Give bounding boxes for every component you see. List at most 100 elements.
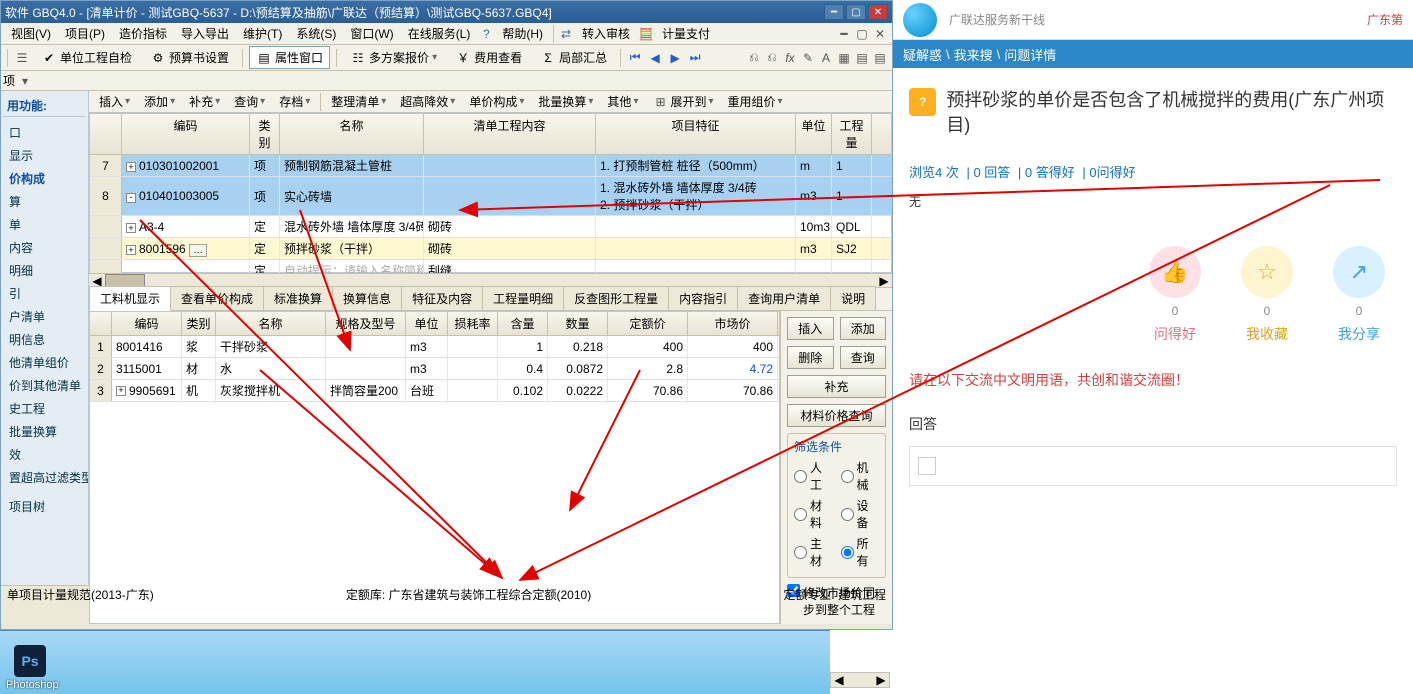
row-number[interactable]: 2 xyxy=(90,358,112,379)
nav-first-icon[interactable]: ⏮ xyxy=(627,50,643,66)
cell-content[interactable]: 砌砖 xyxy=(424,216,596,237)
cell-dprice[interactable]: 400 xyxy=(608,336,688,357)
cell-code[interactable]: +010301002001 xyxy=(122,155,250,176)
btn-delete[interactable]: 删除 xyxy=(787,346,834,369)
column-header[interactable]: 项目特征 xyxy=(596,114,796,154)
lower-grid[interactable]: 编码类别名称规格及型号单位损耗率含量数量定额价市场价 18001416浆干拌砂浆… xyxy=(89,311,780,624)
mdi-close-icon[interactable]: ✕ xyxy=(872,26,888,42)
tool-font-icon[interactable]: A xyxy=(818,50,834,66)
tool-more-icon[interactable]: ▤ xyxy=(872,50,888,66)
filter-radio[interactable]: 人工 xyxy=(794,459,833,493)
scroll-right-icon[interactable]: ▶ xyxy=(873,673,889,687)
expander-icon[interactable]: + xyxy=(126,162,136,172)
cell-unit[interactable]: m3 xyxy=(406,358,448,379)
table-row[interactable]: 23115001材水m30.40.08722.84.72 xyxy=(90,358,779,380)
minimize-button[interactable]: ━ xyxy=(824,4,844,20)
cell-code[interactable]: +9905691 xyxy=(112,380,182,401)
scroll-left-icon[interactable]: ◀ xyxy=(831,673,847,687)
crumb-1[interactable]: 疑解惑 xyxy=(903,45,942,64)
sidebar-item[interactable]: 口 xyxy=(3,121,86,144)
tree-toggle-icon[interactable]: ☰ xyxy=(14,50,30,66)
btn-fee-see[interactable]: ￥费用查看 xyxy=(448,46,529,69)
cell-qty[interactable]: QDL xyxy=(832,216,872,237)
btn-insert[interactable]: 插入 xyxy=(787,317,834,340)
cell-spec[interactable]: 拌筒容量200 xyxy=(326,380,406,401)
wa-btn[interactable]: 超高降效 xyxy=(394,91,461,112)
sidebar-item[interactable]: 单 xyxy=(3,213,86,236)
tab[interactable]: 工程量明细 xyxy=(482,286,564,310)
btn-unit-self[interactable]: ✔单位工程自检 xyxy=(34,46,139,69)
tab[interactable]: 内容指引 xyxy=(668,286,738,310)
titlebar[interactable]: 软件 GBQ4.0 - [清单计价 - 测试GBQ-5637 - D:\预结算及… xyxy=(1,1,892,23)
cell-name[interactable]: 预拌砂浆（干拌） xyxy=(280,238,424,259)
sidebar-item[interactable]: 他清单组价 xyxy=(3,351,86,374)
cell-qty[interactable]: 0.4 xyxy=(498,358,548,379)
menu-cost[interactable]: 造价指标 xyxy=(113,23,173,44)
radio-input[interactable] xyxy=(794,546,807,559)
cell-loss[interactable] xyxy=(448,358,498,379)
cell-code[interactable]: -010401003005 xyxy=(122,177,250,215)
tool-b-icon[interactable]: ⎌ xyxy=(764,50,780,66)
tool-a-icon[interactable]: ⎌ xyxy=(746,50,762,66)
radio-input[interactable] xyxy=(841,508,854,521)
column-header[interactable]: 编码 xyxy=(112,312,182,335)
tool-pen-icon[interactable]: ✎ xyxy=(800,50,816,66)
expander-icon[interactable]: + xyxy=(126,245,136,255)
maximize-button[interactable]: ▢ xyxy=(846,4,866,20)
cell-dprice[interactable]: 2.8 xyxy=(608,358,688,379)
column-header[interactable]: 市场价 xyxy=(688,312,778,335)
cell-cat[interactable]: 项 xyxy=(250,177,280,215)
row-number[interactable] xyxy=(90,238,122,259)
cell-feature[interactable]: 1. 打预制管桩 桩径（500mm） xyxy=(596,155,796,176)
menu-help[interactable]: 帮助(H) xyxy=(496,23,549,44)
sidebar-item[interactable]: 引 xyxy=(3,282,86,305)
radio-input[interactable] xyxy=(794,470,807,483)
cell-spec[interactable] xyxy=(326,336,406,357)
sidebar-item[interactable]: 项目树 xyxy=(3,495,86,518)
tool-table-icon[interactable]: ▦ xyxy=(836,50,852,66)
menu-project[interactable]: 项目(P) xyxy=(59,23,111,44)
filter-radio[interactable]: 机械 xyxy=(841,459,880,493)
filter-radio[interactable]: 主材 xyxy=(794,535,833,569)
cell-content[interactable]: 砌砖 xyxy=(424,238,596,259)
cell-num[interactable]: 0.0872 xyxy=(548,358,608,379)
cell-code[interactable]: 8001416 xyxy=(112,336,182,357)
btn-material-price[interactable]: 材料价格查询 xyxy=(787,404,886,427)
cell-cat[interactable]: 浆 xyxy=(182,336,216,357)
cell-num[interactable]: 0.0222 xyxy=(548,380,608,401)
wa-btn[interactable]: 查询 xyxy=(228,91,271,112)
cell-qty[interactable]: 0.102 xyxy=(498,380,548,401)
filter-radio[interactable]: 材料 xyxy=(794,497,833,531)
column-header[interactable]: 规格及型号 xyxy=(326,312,406,335)
cell-cat[interactable]: 定 xyxy=(250,216,280,237)
photoshop-icon[interactable]: Ps xyxy=(14,645,46,677)
sidebar-item[interactable]: 算 xyxy=(3,190,86,213)
row-number[interactable] xyxy=(90,216,122,237)
wa-btn[interactable]: 单价构成 xyxy=(463,91,530,112)
nav-prev-icon[interactable]: ◀ xyxy=(647,50,663,66)
region-tag[interactable]: 广东第 xyxy=(1367,11,1403,28)
cell-name[interactable]: 实心砖墙 xyxy=(280,177,424,215)
wa-btn[interactable]: 重用组价 xyxy=(722,91,789,112)
sidebar-item[interactable]: 明细 xyxy=(3,259,86,282)
cell-num[interactable]: 0.218 xyxy=(548,336,608,357)
cell-cat[interactable]: 机 xyxy=(182,380,216,401)
radio-input[interactable] xyxy=(841,470,854,483)
cell-qty[interactable]: 1 xyxy=(498,336,548,357)
expander-icon[interactable]: + xyxy=(126,223,136,233)
cell-content[interactable] xyxy=(424,177,596,215)
cell-code[interactable]: +8001596 … xyxy=(122,238,250,259)
tab[interactable]: 工料机显示 xyxy=(89,286,171,311)
column-header[interactable]: 类别 xyxy=(250,114,280,154)
cell-unit[interactable]: m3 xyxy=(796,177,832,215)
crumb-2[interactable]: 我来搜 xyxy=(954,45,993,64)
action-我收藏[interactable]: ☆0我收藏 xyxy=(1241,246,1293,344)
wa-btn[interactable]: 补充 xyxy=(183,91,226,112)
row-number[interactable]: 1 xyxy=(90,336,112,357)
cell-name[interactable]: 灰浆搅拌机 xyxy=(216,380,326,401)
menu-maint[interactable]: 维护(T) xyxy=(237,23,288,44)
tab[interactable]: 查询用户清单 xyxy=(737,286,831,310)
sidebar-item[interactable]: 效 xyxy=(3,443,86,466)
cell-feature[interactable]: 1. 混水砖外墙 墙体厚度 3/4砖 2. 预拌砂浆（干拌） xyxy=(596,177,796,215)
cell-qty[interactable]: SJ2 xyxy=(832,238,872,259)
